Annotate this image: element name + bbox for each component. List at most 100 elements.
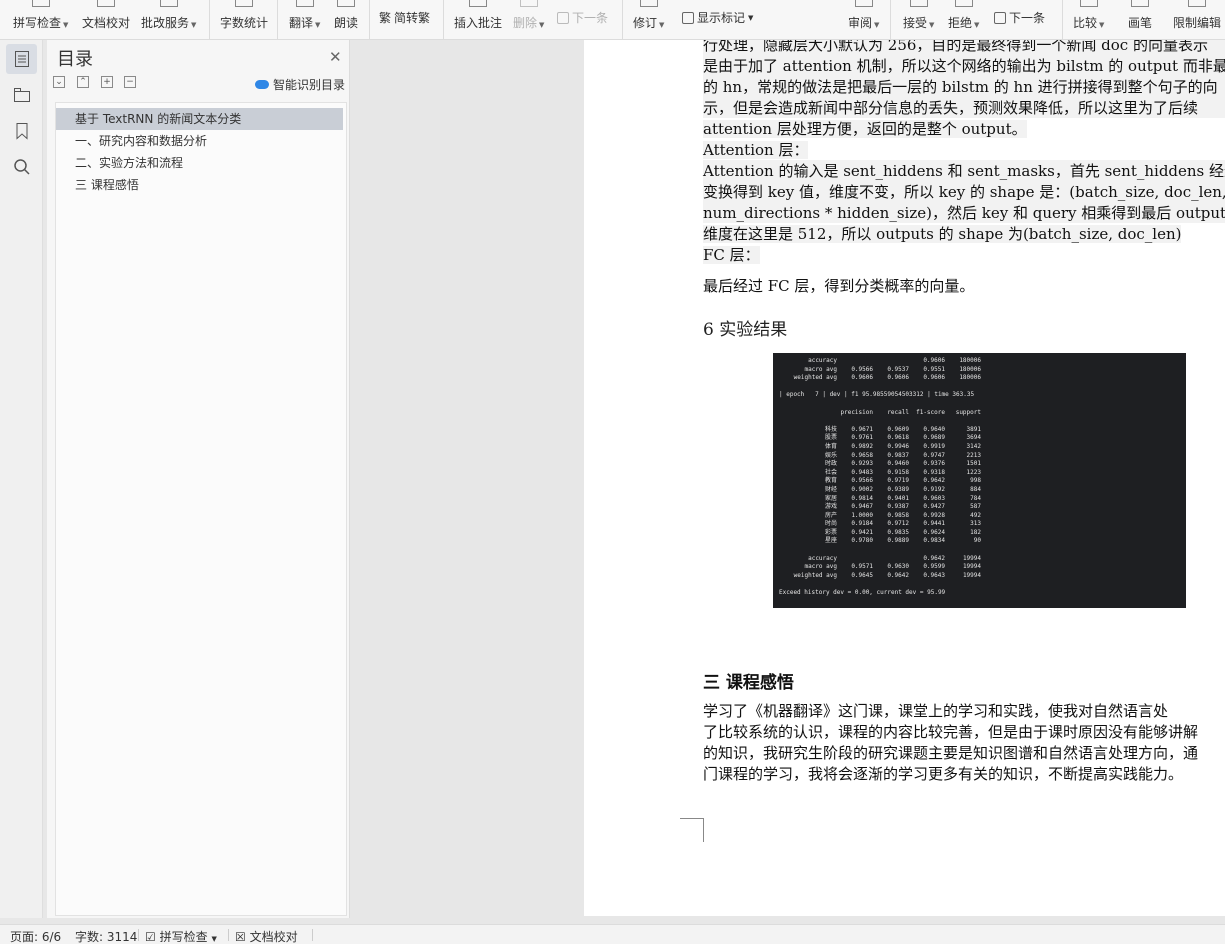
accept-button[interactable]: 接受 ▼ — [903, 0, 934, 40]
terminal-row: 星座 0.9780 0.9889 0.9834 90 — [824, 537, 981, 545]
pen-icon — [1131, 0, 1149, 7]
status-doc-proof[interactable]: ☒ 文档校对 — [235, 928, 298, 944]
body-line: 学习了《机器翻译》这门课，课堂上的学习和实践，使我对自然语言处 — [703, 702, 1169, 720]
toc-item[interactable]: 三 课程感悟 — [75, 174, 139, 196]
body-line: 门课程的学习，我将会逐渐的学习更多有关的知识，不断提高实践能力。 — [703, 765, 1184, 783]
body-line: 的 hn，常规的做法是把最后一层的 bilstm 的 hn 进行拼接得到整个句子… — [703, 76, 1225, 97]
simplified-to-traditional-button[interactable]: 繁简转繁 — [379, 9, 430, 26]
terminal-row: 时政 0.9293 0.9460 0.9376 1501 — [824, 460, 981, 468]
compare-button[interactable]: 比较 ▼ — [1073, 0, 1104, 40]
insert-comment-button[interactable]: 插入批注 — [454, 0, 502, 40]
ribbon-divider — [622, 0, 623, 40]
toc-item[interactable]: 基于 TextRNN 的新闻文本分类 — [56, 108, 343, 130]
accept-icon — [909, 0, 928, 7]
toc-panel: 目录 ✕ ⌄ ⌃ + − 智能识别目录 基于 TextRNN 的新闻文本分类 一… — [47, 40, 350, 918]
word-count-icon — [235, 0, 253, 7]
search-icon — [13, 159, 30, 175]
track-changes-button[interactable]: 修订 ▼ — [633, 0, 664, 40]
review-pane-button[interactable]: 审阅 ▼ — [848, 0, 879, 40]
next-comment-button[interactable]: 下一条 — [557, 9, 608, 26]
word-count[interactable]: 字数: 3114 — [75, 928, 137, 944]
pen-button[interactable]: 画笔 — [1128, 0, 1152, 40]
status-divider — [228, 929, 229, 941]
section-heading: 三 课程感悟 — [703, 673, 794, 693]
ribbon-divider — [369, 0, 370, 40]
body-line: 行处理，隐藏层大小默认为 256，目的是最终得到一个新闻 doc 的向量表示 — [703, 40, 1225, 55]
chevron-down-icon: ▼ — [211, 935, 217, 943]
word-count-button[interactable]: 字数统计 — [220, 0, 268, 40]
smart-cloud-icon — [255, 80, 269, 89]
ribbon-divider — [277, 0, 278, 40]
compare-icon — [1079, 0, 1098, 7]
ribbon-divider — [209, 0, 210, 40]
status-spell-check[interactable]: ☑ 拼写检查 ▼ — [145, 928, 217, 944]
page-indicator[interactable]: 页面: 6/6 — [10, 928, 61, 944]
show-markup-dropdown[interactable]: 显示标记 ▼ — [682, 9, 753, 26]
remove-heading-icon[interactable]: − — [124, 76, 136, 88]
doc-proof-icon — [97, 0, 115, 7]
restrict-editing-icon — [1188, 0, 1206, 7]
toc-list: 基于 TextRNN 的新闻文本分类 一、研究内容和数据分析 二、实验方法和流程… — [55, 102, 347, 916]
result-screenshot: accuracy 0.9606 180006 macro avg 0.9566 0.953… — [773, 353, 1186, 608]
smart-toc-button[interactable]: 智能识别目录 — [255, 76, 345, 93]
delete-comment-icon — [519, 0, 538, 7]
review-pane-icon — [854, 0, 873, 7]
body-line: 了比较系统的认识，课程的内容比较完善，但是由于课时原因没有能够讲解 — [703, 723, 1199, 741]
checkbox-icon: ☑ — [145, 930, 156, 944]
find-button[interactable] — [6, 152, 37, 182]
body-line: Attention 的输入是 sent_hiddens 和 sent_masks… — [703, 160, 1225, 181]
terminal-row: 股票 0.9761 0.9618 0.9689 3694 — [824, 434, 981, 442]
toc-pane-button[interactable] — [6, 44, 37, 74]
restrict-editing-button[interactable]: 限制编辑 — [1173, 0, 1221, 40]
collapse-all-icon[interactable]: ⌄ — [53, 76, 65, 88]
terminal-row: accuracy 0.9606 180006 — [808, 357, 981, 364]
body-line: attention 层处理方便，返回的是整个 output。 — [703, 120, 1027, 138]
section-heading: 6 实验结果 — [703, 320, 788, 340]
reject-button[interactable]: 拒绝 ▼ — [948, 0, 979, 40]
crop-mark — [680, 818, 704, 842]
correction-service-button[interactable]: 批改服务 ▼ — [141, 0, 196, 40]
spell-check-button[interactable]: 拼写检查 ▼ — [13, 0, 68, 40]
body-line: 的知识，我研究生阶段的研究课题主要是知识图谱和自然语言处理方向，通 — [703, 744, 1199, 762]
toc-icon — [14, 51, 29, 67]
ribbon-divider — [1062, 0, 1063, 40]
toc-item[interactable]: 一、研究内容和数据分析 — [75, 130, 207, 152]
translate-icon — [295, 0, 314, 7]
status-bar: 页面: 6/6 字数: 3114 ☑ 拼写检查 ▼ ☒ 文档校对 — [0, 924, 1225, 944]
terminal-row: accuracy 0.9642 19994 — [808, 554, 981, 562]
translate-button[interactable]: 翻译 ▼ — [289, 0, 320, 40]
spell-check-icon — [31, 0, 50, 7]
doc-proof-button[interactable]: 文档校对 — [82, 0, 130, 40]
status-divider — [312, 929, 313, 941]
comment-icon — [469, 0, 487, 7]
chapter-nav-button[interactable] — [6, 80, 37, 110]
body-line: FC 层： — [703, 246, 760, 264]
terminal-row: 科技 0.9671 0.9609 0.9640 3891 — [824, 425, 981, 433]
reject-icon — [954, 0, 973, 7]
chapter-icon — [13, 88, 30, 102]
read-aloud-button[interactable]: 朗读 — [334, 0, 358, 40]
terminal-row: 家居 0.9814 0.9401 0.9603 784 — [824, 494, 981, 502]
bookmark-icon — [16, 123, 27, 140]
body-line: 是由于加了 attention 机制，所以这个网络的输出为 bilstm 的 o… — [703, 55, 1225, 76]
terminal-row: macro avg 0.9571 0.9630 0.9599 19994 — [804, 563, 981, 571]
delete-comment-button[interactable]: 删除 ▼ — [513, 0, 544, 40]
next-change-button[interactable]: 下一条 — [994, 9, 1045, 26]
body-line: 维度在这里是 512，所以 outputs 的 shape 为(batch_si… — [703, 225, 1182, 243]
bookmark-button[interactable] — [6, 116, 37, 146]
body-line: 变换得到 key 值，维度不变，所以 key 的 shape 是：(batch_… — [703, 181, 1225, 202]
body-line: 最后经过 FC 层，得到分类概率的向量。 — [703, 277, 975, 295]
document-page[interactable]: 行处理，隐藏层大小默认为 256，目的是最终得到一个新闻 doc 的向量表示 是… — [584, 40, 1225, 916]
review-ribbon: 拼写检查 ▼ 文档校对 批改服务 ▼ 字数统计 翻译 ▼ 朗读 繁简转繁 插入批注 删… — [0, 0, 1225, 40]
terminal-row: 房产 1.0000 0.9858 0.9928 492 — [824, 511, 981, 519]
close-icon[interactable]: ✕ — [329, 48, 342, 66]
terminal-output: accuracy 0.9606 180006 macro avg 0.9566 0.953… — [779, 357, 1180, 598]
terminal-row: 体育 0.9892 0.9946 0.9919 3142 — [824, 442, 981, 450]
add-heading-icon[interactable]: + — [101, 76, 113, 88]
expand-icon[interactable]: ⌃ — [77, 76, 89, 88]
terminal-row: macro avg 0.9566 0.9537 0.9551 180006 — [804, 365, 981, 373]
toc-item[interactable]: 二、实验方法和流程 — [75, 152, 183, 174]
navigation-rail — [0, 40, 43, 918]
track-changes-icon — [639, 0, 658, 7]
terminal-row: precision recall f1-score support — [840, 408, 981, 416]
